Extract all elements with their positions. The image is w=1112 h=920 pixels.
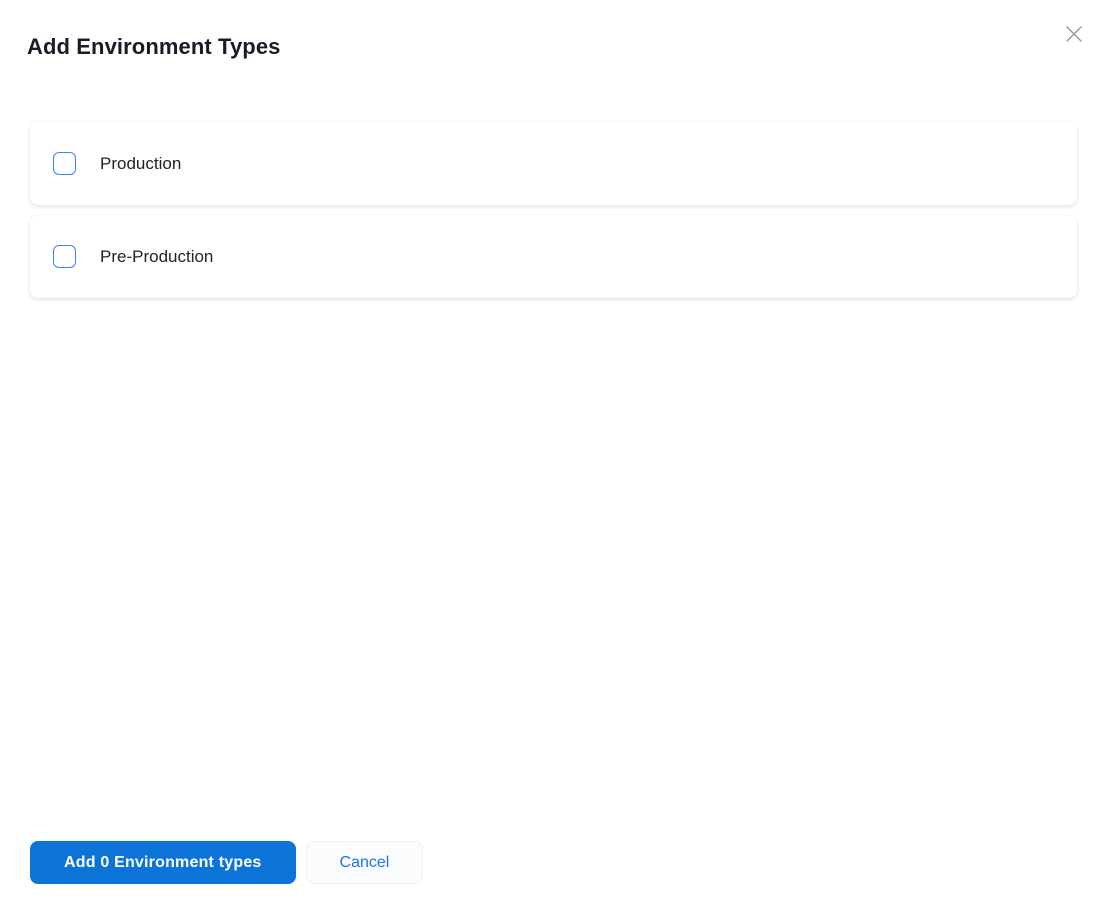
close-icon [1063, 23, 1085, 45]
env-type-label: Pre-Production [100, 247, 213, 267]
add-environment-types-dialog: Add Environment Types Production Pre-Pro… [0, 0, 1112, 920]
env-type-label: Production [100, 154, 181, 174]
cancel-button[interactable]: Cancel [306, 841, 424, 884]
list-item-pre-production[interactable]: Pre-Production [30, 215, 1077, 298]
dialog-title: Add Environment Types [27, 34, 281, 60]
production-checkbox[interactable] [53, 152, 76, 175]
dialog-footer: Add 0 Environment types Cancel [30, 841, 423, 884]
list-item-production[interactable]: Production [30, 122, 1077, 205]
environment-type-list: Production Pre-Production [30, 122, 1077, 308]
add-environment-types-button[interactable]: Add 0 Environment types [30, 841, 296, 884]
close-button[interactable] [1060, 20, 1088, 48]
pre-production-checkbox[interactable] [53, 245, 76, 268]
